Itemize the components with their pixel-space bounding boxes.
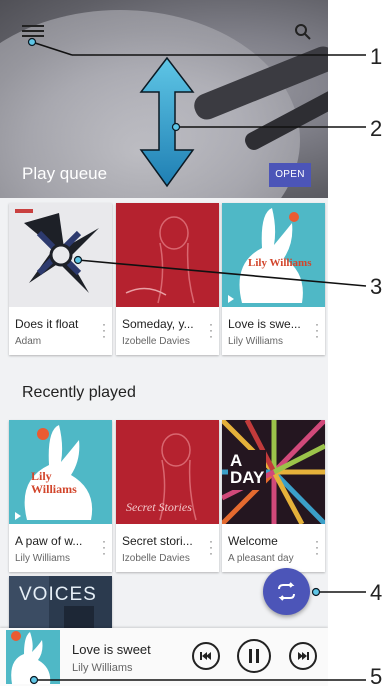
hamburger-menu-icon[interactable] (20, 22, 46, 44)
recent-card-1[interactable]: Lily Williams A paw of w... Lily William… (9, 420, 112, 572)
album-art: Lily Williams (9, 420, 112, 524)
phone-screen: Play queue OPEN Does it float Adam ··· (0, 0, 328, 686)
card-subtitle: A pleasant day (228, 553, 294, 564)
card-title: Does it float (15, 317, 79, 331)
now-playing-artist: Lily Williams (72, 662, 133, 674)
card-subtitle: Lily Williams (15, 553, 70, 564)
recent-card-3[interactable]: A DAY Welcome A pleasant day · · · (222, 420, 325, 572)
album-art: VOICES (9, 576, 112, 628)
next-icon (298, 652, 309, 660)
card-title: Welcome (228, 534, 278, 548)
album-art: A DAY (222, 420, 325, 524)
card-title: Someday, y... (122, 317, 194, 331)
card-subtitle: Lily Williams (228, 336, 283, 347)
more-options-icon[interactable]: · · · (313, 535, 321, 559)
recent-card-2[interactable]: Secret Stories Secret stori... Izobelle … (116, 420, 219, 572)
album-art: Secret Stories (116, 420, 219, 524)
card-title: Secret stori... (122, 534, 193, 548)
more-options-icon[interactable]: · · · (313, 318, 321, 342)
previous-button[interactable] (192, 642, 220, 670)
card-subtitle: Adam (15, 336, 42, 347)
cover-text: Lily Williams (248, 257, 312, 269)
card-title: Love is swe... (228, 317, 301, 331)
queue-card-3[interactable]: Lily Williams Love is swe... Lily Willia… (222, 203, 325, 355)
open-button[interactable]: OPEN (269, 163, 311, 187)
adam-cover-art (9, 203, 112, 307)
previous-icon (200, 652, 211, 660)
callout-label-2: 2 (370, 116, 383, 141)
mini-player[interactable]: Love is sweet Lily Williams (0, 628, 328, 686)
play-queue-title: Play queue (22, 164, 108, 183)
cover-text: A DAY (230, 451, 265, 487)
lily-williams-cover-art (6, 630, 60, 684)
next-button[interactable] (289, 642, 317, 670)
recently-played-title: Recently played (22, 384, 136, 401)
card-subtitle: Izobelle Davies (122, 336, 190, 347)
play-queue-header: Play queue OPEN (0, 0, 328, 198)
album-art (9, 203, 112, 307)
lily-williams-cover-art (222, 203, 325, 307)
shuffle-repeat-icon (278, 582, 295, 601)
callout-label-3: 3 (370, 274, 383, 299)
cover-text: Lily Williams (31, 469, 77, 496)
now-playing-thumbnail (6, 630, 60, 684)
more-options-icon[interactable]: · · · (100, 535, 108, 559)
cover-text: Secret Stories (126, 500, 192, 514)
queue-card-2[interactable]: Someday, y... Izobelle Davies · · · (116, 203, 219, 355)
cover-text: VOICES (19, 584, 97, 605)
callout-label-4: 4 (370, 580, 383, 605)
card-subtitle: Izobelle Davies (122, 553, 190, 564)
more-options-icon[interactable]: · · · (100, 318, 108, 342)
pause-button[interactable] (237, 639, 271, 673)
shuffle-fab-button[interactable] (263, 568, 310, 615)
pause-icon (249, 649, 259, 663)
card-title: A paw of w... (15, 534, 83, 548)
album-art (116, 203, 219, 307)
callout-label-1: 1 (370, 44, 383, 69)
search-icon[interactable] (293, 22, 313, 42)
now-playing-song: Love is sweet (72, 642, 151, 657)
album-art: Lily Williams (222, 203, 325, 307)
more-options-icon[interactable]: · · · (207, 535, 215, 559)
queue-card-1[interactable]: Does it float Adam · · · (9, 203, 112, 355)
secret-stories-cover-art (116, 203, 219, 307)
callout-label-5: 5 (370, 664, 383, 686)
more-options-icon[interactable]: · · · (207, 318, 215, 342)
recent-card-4[interactable]: VOICES (9, 576, 112, 628)
